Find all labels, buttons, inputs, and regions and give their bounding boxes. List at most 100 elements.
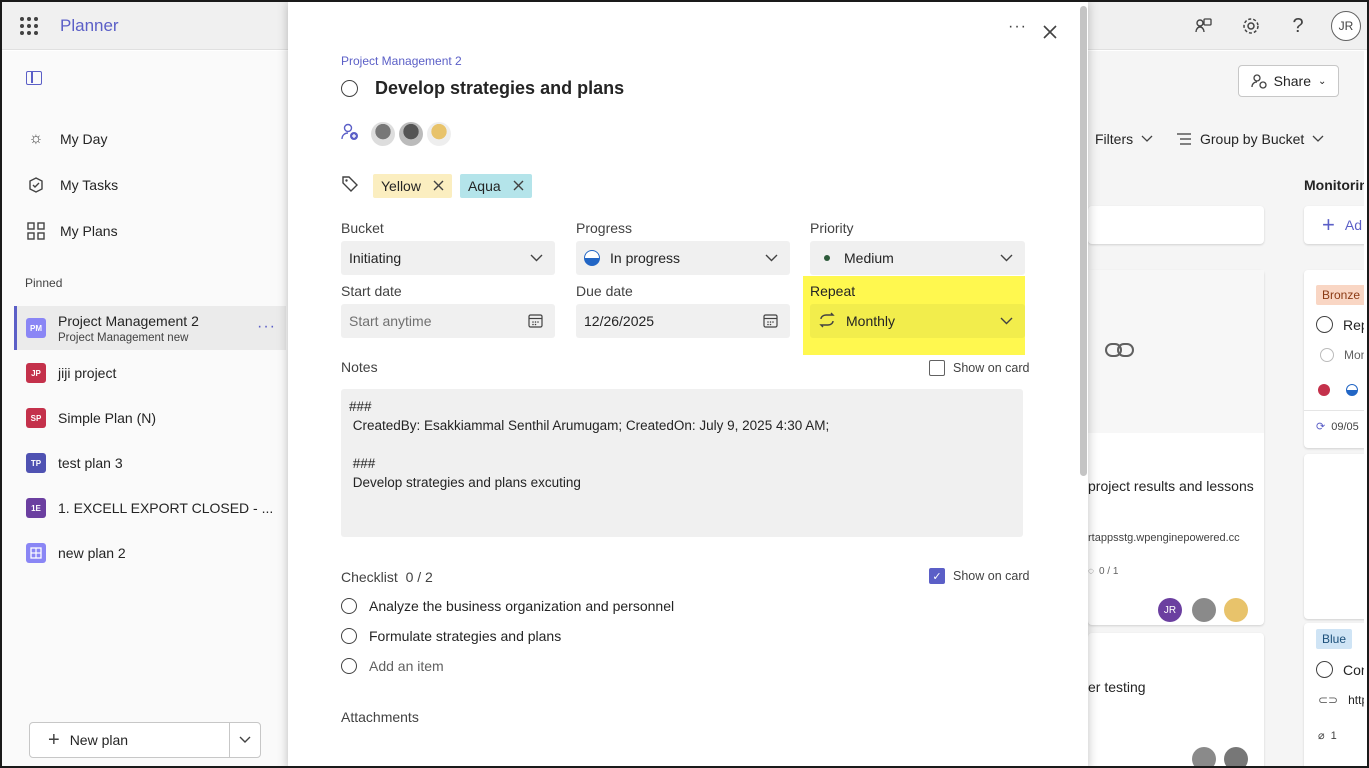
group-by-button[interactable]: Group by Bucket — [1176, 131, 1324, 147]
progress-select[interactable]: In progress — [576, 241, 790, 275]
plan-label: new plan 2 — [58, 545, 126, 561]
avatar[interactable] — [1224, 598, 1248, 622]
sidebar-plan-test-plan-3[interactable]: TP test plan 3 — [14, 441, 286, 485]
sidebar-plan-simple-plan[interactable]: SP Simple Plan (N) — [14, 396, 286, 440]
chevron-down-icon[interactable] — [230, 733, 260, 747]
sidebar-plan-project-management-2[interactable]: PM Project Management 2 Project Manageme… — [14, 306, 286, 350]
assignees — [341, 122, 451, 146]
repeat-label: Repeat — [810, 283, 856, 299]
show-on-card-label: Show on card — [953, 361, 1030, 375]
complete-circle-icon[interactable] — [341, 80, 358, 97]
gear-icon[interactable] — [1239, 14, 1263, 38]
checklist-show-on-card[interactable]: ✓ Show on card — [929, 568, 1029, 584]
bucket-select[interactable]: Initiating — [341, 241, 555, 275]
task-card[interactable]: project results and lessons rtappsstg.wp… — [1088, 270, 1264, 625]
add-task-button[interactable]: + Ad — [1304, 206, 1367, 244]
chat-feedback-icon[interactable] — [1191, 14, 1215, 38]
show-on-card-checkbox[interactable] — [929, 360, 945, 376]
urgent-icon — [1318, 384, 1330, 396]
chevron-down-icon — [1000, 251, 1013, 265]
notes-show-on-card[interactable]: Show on card — [929, 360, 1029, 376]
new-plan-button[interactable]: + New plan — [29, 722, 261, 758]
notes-textarea[interactable]: ### CreatedBy: Esakkiammal Senthil Arumu… — [341, 389, 1023, 537]
progress-icon — [1346, 384, 1358, 396]
show-on-card-checkbox[interactable]: ✓ — [929, 568, 945, 584]
tag-icon[interactable] — [341, 175, 359, 198]
checklist-circle-icon[interactable] — [341, 628, 357, 644]
complete-circle-icon[interactable] — [1320, 348, 1334, 362]
nav-my-day[interactable]: ☼ My Day — [26, 129, 108, 149]
new-plan-main[interactable]: + New plan — [30, 723, 230, 757]
calendar-icon[interactable] — [763, 313, 778, 331]
grid-icon — [26, 221, 46, 241]
avatar[interactable] — [427, 122, 451, 146]
calendar-icon[interactable] — [528, 313, 543, 331]
label-aqua[interactable]: Aqua — [459, 174, 532, 198]
avatar[interactable] — [1224, 747, 1248, 766]
task-card[interactable]: er testing — [1088, 633, 1264, 766]
checklist-item[interactable]: Formulate strategies and plans — [341, 628, 561, 644]
app-frame: Planner ? JR ☼ My Day My Tasks My Plans — [0, 0, 1369, 768]
card-title: project results and lessons — [1088, 478, 1254, 494]
task-row[interactable]: Repo — [1316, 316, 1367, 333]
complete-circle-icon[interactable] — [1316, 316, 1333, 333]
nav-my-tasks[interactable]: My Tasks — [26, 175, 118, 195]
dialog-scrollbar[interactable] — [1078, 2, 1088, 478]
user-avatar[interactable]: JR — [1331, 11, 1361, 41]
task-card[interactable] — [1304, 454, 1367, 619]
checklist-item-text[interactable]: Analyze the business organization and pe… — [369, 598, 674, 614]
app-launcher-icon[interactable] — [20, 17, 38, 35]
notes-label: Notes — [341, 359, 378, 375]
nav-my-plans[interactable]: My Plans — [26, 221, 118, 241]
repeat-select[interactable]: Monthly — [810, 304, 1025, 338]
card-link[interactable]: rtappsstg.wpenginepowered.cc — [1088, 532, 1240, 544]
task-row[interactable]: Mon — [1320, 348, 1367, 362]
task-card[interactable]: Blue Cond ⊂⊃https ⌀1 — [1304, 623, 1367, 766]
card-link[interactable]: ⊂⊃https — [1318, 693, 1367, 707]
start-date-input[interactable]: Start anytime — [341, 304, 555, 338]
board-scrollbar[interactable] — [1364, 51, 1367, 716]
collapse-sidebar-icon[interactable] — [26, 71, 42, 85]
add-checklist-item[interactable]: Add an item — [341, 658, 444, 674]
remove-label-icon[interactable] — [433, 178, 444, 194]
filters-button[interactable]: Filters — [1095, 131, 1153, 147]
assign-person-icon[interactable] — [341, 123, 359, 146]
remove-label-icon[interactable] — [513, 178, 524, 194]
complete-circle-icon[interactable] — [1316, 661, 1333, 678]
chevron-down-icon: ⌄ — [1317, 75, 1327, 87]
sidebar-plan-new-plan-2[interactable]: new plan 2 — [14, 531, 286, 575]
sidebar-plan-jiji-project[interactable]: JP jiji project — [14, 351, 286, 395]
in-progress-icon — [584, 250, 600, 266]
add-task-card[interactable] — [1088, 206, 1264, 244]
share-button[interactable]: Share ⌄ — [1238, 65, 1339, 97]
due-date-input[interactable]: 12/26/2025 — [576, 304, 790, 338]
task-row[interactable]: Cond — [1316, 661, 1367, 678]
more-options-icon[interactable]: ··· — [257, 318, 276, 336]
checklist-circle-icon[interactable] — [341, 598, 357, 614]
close-icon[interactable] — [1042, 20, 1058, 46]
nav-label: My Tasks — [60, 177, 119, 193]
plan-label: Simple Plan (N) — [58, 410, 157, 426]
avatar[interactable] — [1192, 598, 1216, 622]
priority-select[interactable]: Medium — [810, 241, 1025, 275]
task-card[interactable]: Bronze Repo Mon ⟳ 09/05 — [1304, 270, 1367, 448]
checklist-item-text[interactable]: Formulate strategies and plans — [369, 628, 561, 644]
help-icon[interactable]: ? — [1286, 14, 1310, 38]
attach-count: 1 — [1330, 729, 1337, 742]
avatar[interactable] — [371, 122, 395, 146]
task-title[interactable]: Develop strategies and plans — [375, 78, 624, 99]
add-item-placeholder[interactable]: Add an item — [369, 658, 444, 674]
avatar[interactable] — [1192, 747, 1216, 766]
avatar[interactable] — [399, 122, 423, 146]
label-yellow[interactable]: Yellow — [373, 174, 452, 198]
checklist-item[interactable]: Analyze the business organization and pe… — [341, 598, 674, 614]
filters-label: Filters — [1095, 131, 1134, 147]
attachments-label: Attachments — [341, 709, 419, 725]
label-tag: Blue — [1316, 629, 1353, 649]
sidebar-plan-excell-export[interactable]: 1E 1. EXCELL EXPORT CLOSED - ... — [14, 486, 286, 530]
plan-breadcrumb[interactable]: Project Management 2 — [341, 54, 462, 68]
more-options-icon[interactable]: ··· — [1008, 18, 1027, 36]
app-name[interactable]: Planner — [60, 16, 119, 36]
due-date-label: Due date — [576, 283, 633, 299]
avatar[interactable]: JR — [1158, 598, 1182, 622]
